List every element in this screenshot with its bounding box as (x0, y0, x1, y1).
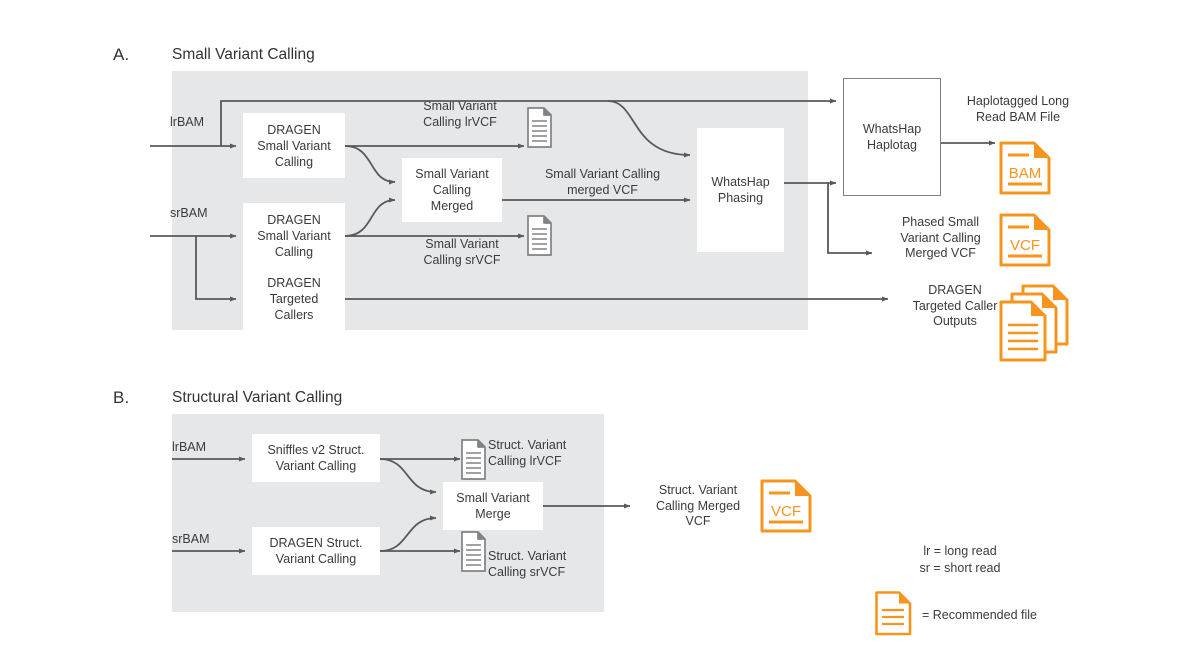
bam-file-icon: BAM (999, 141, 1051, 195)
panel-b-letter: B. (113, 388, 130, 407)
process-small-variant-merge[interactable]: Small Variant Merge (443, 482, 543, 530)
output-label-struct-variant-calling-merged-vcf: Struct. Variant Calling Merged VCF (655, 483, 741, 529)
process-whatshap-phasing[interactable]: WhatsHap Phasing (697, 128, 784, 252)
input-label-lrbam-b: lrBAM (172, 440, 207, 454)
process-whatshap-haplotag[interactable]: WhatsHap Haplotag (843, 78, 941, 196)
output-label-phased-merged-vcf: Phased Small Variant Calling Merged VCF (900, 215, 981, 261)
panel-a-letter: A. (113, 45, 130, 64)
diagram-canvas: A. Small Variant Calling lrBAM srBAM DRA… (0, 0, 1200, 667)
process-dragen-struct-variant-calling[interactable]: DRAGEN Struct. Variant Calling (252, 527, 380, 575)
panel-a-title: Small Variant Calling (172, 46, 315, 63)
svg-text:VCF: VCF (771, 503, 801, 520)
edge-label-small-variant-calling-srvcf: Small Variant Calling srVCF (423, 237, 501, 267)
process-small-variant-calling-merged[interactable]: Small Variant Calling Merged (402, 158, 502, 222)
vcf-file-icon: VCF (999, 213, 1051, 267)
doc-label-struct-variant-calling-lrvcf: Struct. Variant Calling lrVCF (488, 438, 567, 468)
output-label-haplotagged-bam: Haplotagged Long Read BAM File (966, 94, 1070, 124)
process-dragen-targeted-callers[interactable]: DRAGEN Targeted Callers (243, 266, 345, 331)
input-label-lrbam-a: lrBAM (170, 115, 205, 129)
legend-abbreviations: lr = long read sr = short read (919, 544, 1001, 575)
recommended-file-icon (875, 591, 912, 636)
process-sniffles-v2-struct-variant-calling[interactable]: Sniffles v2 Struct. Variant Calling (252, 434, 380, 482)
svg-text:BAM: BAM (1009, 165, 1042, 182)
edge-label-small-variant-calling-lrvcf: Small Variant Calling lrVCF (423, 99, 497, 129)
vcf-file-icon: VCF (760, 479, 812, 533)
legend-recommended-label: = Recommended file (922, 608, 1037, 622)
svg-text:VCF: VCF (1010, 237, 1040, 254)
input-label-srbam-a: srBAM (170, 206, 208, 220)
output-label-dragen-targeted-caller-outputs: DRAGEN Targeted Caller Outputs (912, 283, 998, 329)
process-dragen-small-variant-calling-lr[interactable]: DRAGEN Small Variant Calling (243, 113, 345, 178)
edge-label-small-variant-calling-merged-vcf: Small Variant Calling merged VCF (544, 167, 661, 197)
panel-b-title: Structural Variant Calling (172, 389, 343, 406)
doc-label-struct-variant-calling-srvcf: Struct. Variant Calling srVCF (488, 549, 567, 579)
process-dragen-small-variant-calling-sr[interactable]: DRAGEN Small Variant Calling (243, 203, 345, 268)
input-label-srbam-b: srBAM (172, 532, 210, 546)
